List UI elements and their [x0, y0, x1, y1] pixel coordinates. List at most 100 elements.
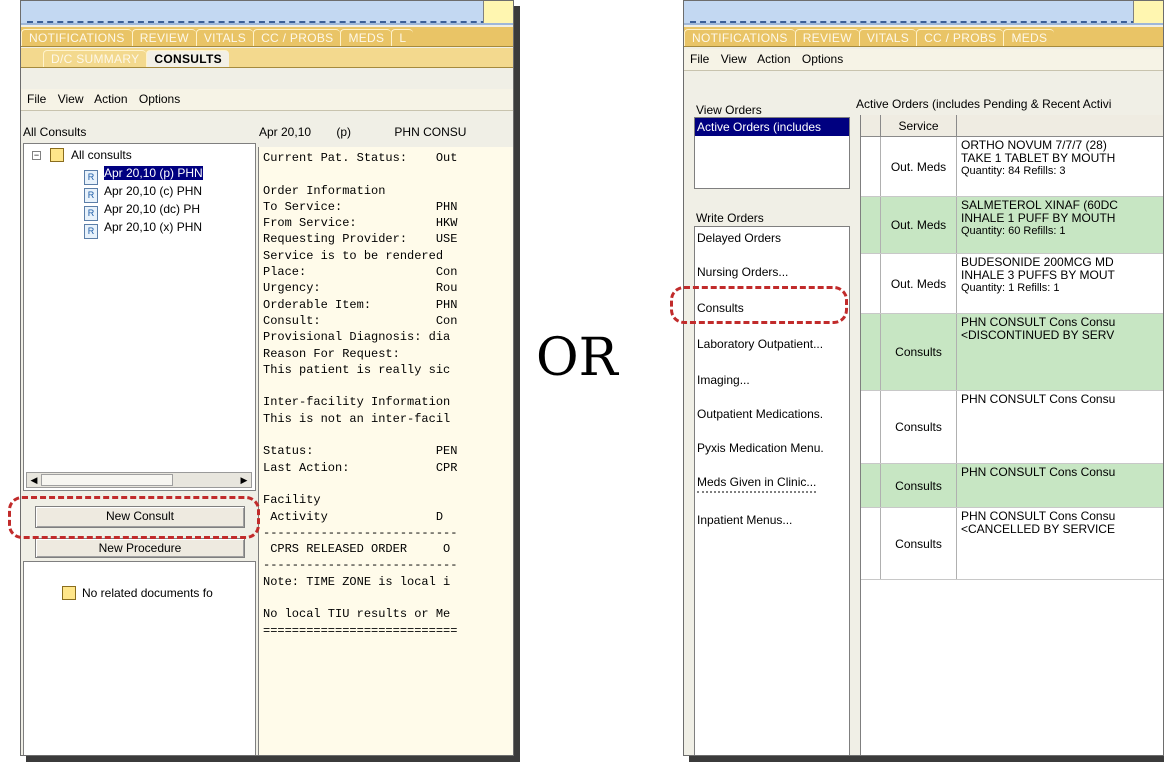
- tree-item[interactable]: R Apr 20,10 (c) PHN: [84, 184, 202, 203]
- menu-action[interactable]: Action: [94, 92, 127, 106]
- header-flag-box: [483, 1, 513, 23]
- tab-labs[interactable]: L: [391, 29, 414, 46]
- tab-review[interactable]: REVIEW: [794, 29, 859, 46]
- tree-header: All Consults: [23, 125, 87, 139]
- write-order-inpatient[interactable]: Inpatient Menus...: [697, 513, 792, 527]
- order-service: Out. Meds: [881, 197, 957, 253]
- tab-cc-probs[interactable]: CC / PROBS: [916, 29, 1004, 46]
- tree-root-label: All consults: [71, 148, 132, 162]
- scroll-thumb[interactable]: [41, 474, 173, 486]
- chart-tabs-row2: D/C SUMMARY CONSULTS: [21, 48, 513, 68]
- tab-notifications[interactable]: NOTIFICATIONS: [21, 29, 132, 46]
- tab-vitals[interactable]: VITALS: [195, 29, 254, 46]
- write-order-lab-outpatient[interactable]: Laboratory Outpatient...: [697, 337, 823, 351]
- tab-dc-summary[interactable]: D/C SUMMARY: [43, 50, 147, 67]
- order-service: Consults: [881, 314, 957, 390]
- write-order-consults[interactable]: Consults: [697, 301, 744, 315]
- header-flag-box: [1133, 1, 1163, 23]
- order-service: Out. Meds: [881, 254, 957, 313]
- scroll-left-icon[interactable]: ◀: [27, 473, 41, 487]
- order-row[interactable]: Out. Meds BUDESONIDE 200MCG MD INHALE 3 PU…: [861, 254, 1163, 314]
- tree-horizontal-scrollbar[interactable]: ◀ ▶: [26, 472, 252, 488]
- order-text: PHN CONSULT Cons Consu: [961, 393, 1116, 406]
- order-text: BUDESONIDE 200MCG MD INHALE 3 PUFFS BY MO…: [961, 256, 1115, 294]
- order-service: Consults: [881, 391, 957, 463]
- chart-tabs-row1: NOTIFICATIONS REVIEW VITALS CC / PROBS MEDS L: [21, 27, 513, 47]
- grid-header: Service: [861, 115, 1163, 137]
- order-row[interactable]: Out. Meds SALMETEROL XINAF (60DC INHALE 1 …: [861, 197, 1163, 254]
- order-service: Consults: [881, 464, 957, 507]
- tree-item[interactable]: R Apr 20,10 (p) PHN: [84, 166, 203, 185]
- col-service[interactable]: Service: [881, 115, 957, 137]
- write-order-nursing[interactable]: Nursing Orders...: [697, 265, 788, 279]
- tab-notifications[interactable]: NOTIFICATIONS: [684, 29, 795, 46]
- consult-tree: − All consults R Apr 20,10 (p) PHN R Apr 2…: [23, 143, 256, 491]
- tab-meds[interactable]: MEDS: [1003, 29, 1055, 46]
- new-consult-button[interactable]: New Consult: [35, 506, 245, 528]
- menu-action[interactable]: Action: [757, 52, 790, 66]
- view-orders-label: View Orders: [696, 103, 762, 117]
- orders-tab-window: NOTIFICATIONS REVIEW VITALS CC / PROBS MEDS …: [683, 0, 1164, 756]
- order-row[interactable]: Consults PHN CONSULT Cons Consu: [861, 391, 1163, 464]
- menu-options[interactable]: Options: [139, 92, 180, 106]
- menu-bar: File View Action Options: [684, 49, 1163, 71]
- collapse-icon[interactable]: −: [32, 151, 41, 160]
- active-orders-grid: Service Out. Meds ORTHO NOVUM 7/7/7 (28) T…: [860, 115, 1163, 755]
- order-row[interactable]: Consults PHN CONSULT Cons Consu <DISCONTIN…: [861, 314, 1163, 391]
- order-row[interactable]: Consults PHN CONSULT Cons Consu: [861, 464, 1163, 508]
- patient-header-bar: [21, 1, 513, 25]
- write-order-imaging[interactable]: Imaging...: [697, 373, 750, 387]
- consult-detail-text: Current Pat. Status: Out Order Informati…: [258, 147, 513, 755]
- tab-cc-probs[interactable]: CC / PROBS: [253, 29, 341, 46]
- write-order-pyxis[interactable]: Pyxis Medication Menu.: [697, 441, 824, 455]
- order-row[interactable]: Consults PHN CONSULT Cons Consu <CANCELLED…: [861, 508, 1163, 580]
- tab-meds[interactable]: MEDS: [340, 29, 392, 46]
- detail-title: PHN CONSU: [394, 125, 467, 139]
- grid-title: Active Orders (includes Pending & Recent…: [856, 97, 1112, 111]
- patient-header-bar: [684, 1, 1163, 25]
- menu-options[interactable]: Options: [802, 52, 843, 66]
- detail-date: Apr 20,10: [259, 125, 312, 139]
- consult-doc-icon: R: [84, 170, 98, 185]
- menu-file[interactable]: File: [27, 92, 46, 106]
- menu-view[interactable]: View: [721, 52, 747, 66]
- write-order-outpatient-meds[interactable]: Outpatient Medications.: [697, 407, 823, 421]
- consult-doc-icon: R: [84, 188, 98, 203]
- write-order-meds-clinic[interactable]: Meds Given in Clinic...: [697, 475, 817, 493]
- order-row[interactable]: Out. Meds ORTHO NOVUM 7/7/7 (28) TAKE 1 TA…: [861, 137, 1163, 197]
- tab-consults[interactable]: CONSULTS: [146, 50, 229, 67]
- view-orders-list: Active Orders (includes: [694, 117, 850, 189]
- order-service: Out. Meds: [881, 137, 957, 196]
- order-text: PHN CONSULT Cons Consu <CANCELLED BY SERV…: [961, 510, 1116, 536]
- folder-tree-icon: [62, 586, 76, 600]
- or-label: OR: [536, 328, 618, 388]
- related-documents-tree: No related documents fo: [23, 561, 256, 755]
- write-orders-label: Write Orders: [696, 211, 764, 225]
- related-docs-item[interactable]: No related documents fo: [62, 586, 213, 600]
- menu-bar: File View Action Options: [21, 89, 513, 111]
- view-orders-selected[interactable]: Active Orders (includes: [695, 118, 849, 136]
- chart-tabs-row1: NOTIFICATIONS REVIEW VITALS CC / PROBS MEDS: [684, 27, 1163, 47]
- tree-root[interactable]: − All consults: [32, 148, 132, 162]
- order-text: PHN CONSULT Cons Consu <DISCONTINUED BY S…: [961, 316, 1116, 342]
- write-order-delayed[interactable]: Delayed Orders: [697, 231, 781, 245]
- folder-tree-icon: [50, 148, 65, 162]
- order-text: PHN CONSULT Cons Consu: [961, 466, 1116, 479]
- menu-file[interactable]: File: [690, 52, 709, 66]
- consult-doc-icon: R: [84, 206, 98, 221]
- detail-header: Apr 20,10 (p) PHN CONSU: [259, 125, 513, 139]
- order-service: Consults: [881, 508, 957, 579]
- order-text: SALMETEROL XINAF (60DC INHALE 1 PUFF BY M…: [961, 199, 1118, 237]
- scroll-right-icon[interactable]: ▶: [237, 473, 251, 487]
- detail-status: (p): [336, 125, 352, 139]
- consults-tab-window: NOTIFICATIONS REVIEW VITALS CC / PROBS MEDS L…: [20, 0, 514, 756]
- order-text: ORTHO NOVUM 7/7/7 (28) TAKE 1 TABLET BY M…: [961, 139, 1116, 177]
- tree-item[interactable]: R Apr 20,10 (x) PHN: [84, 220, 202, 239]
- consult-doc-icon: R: [84, 224, 98, 239]
- new-procedure-button[interactable]: New Procedure: [35, 538, 245, 558]
- tab-vitals[interactable]: VITALS: [858, 29, 917, 46]
- tree-item[interactable]: R Apr 20,10 (dc) PH: [84, 202, 200, 221]
- menu-view[interactable]: View: [58, 92, 84, 106]
- tab-review[interactable]: REVIEW: [131, 29, 196, 46]
- write-orders-list: Delayed Orders Nursing Orders... Consult…: [694, 226, 850, 755]
